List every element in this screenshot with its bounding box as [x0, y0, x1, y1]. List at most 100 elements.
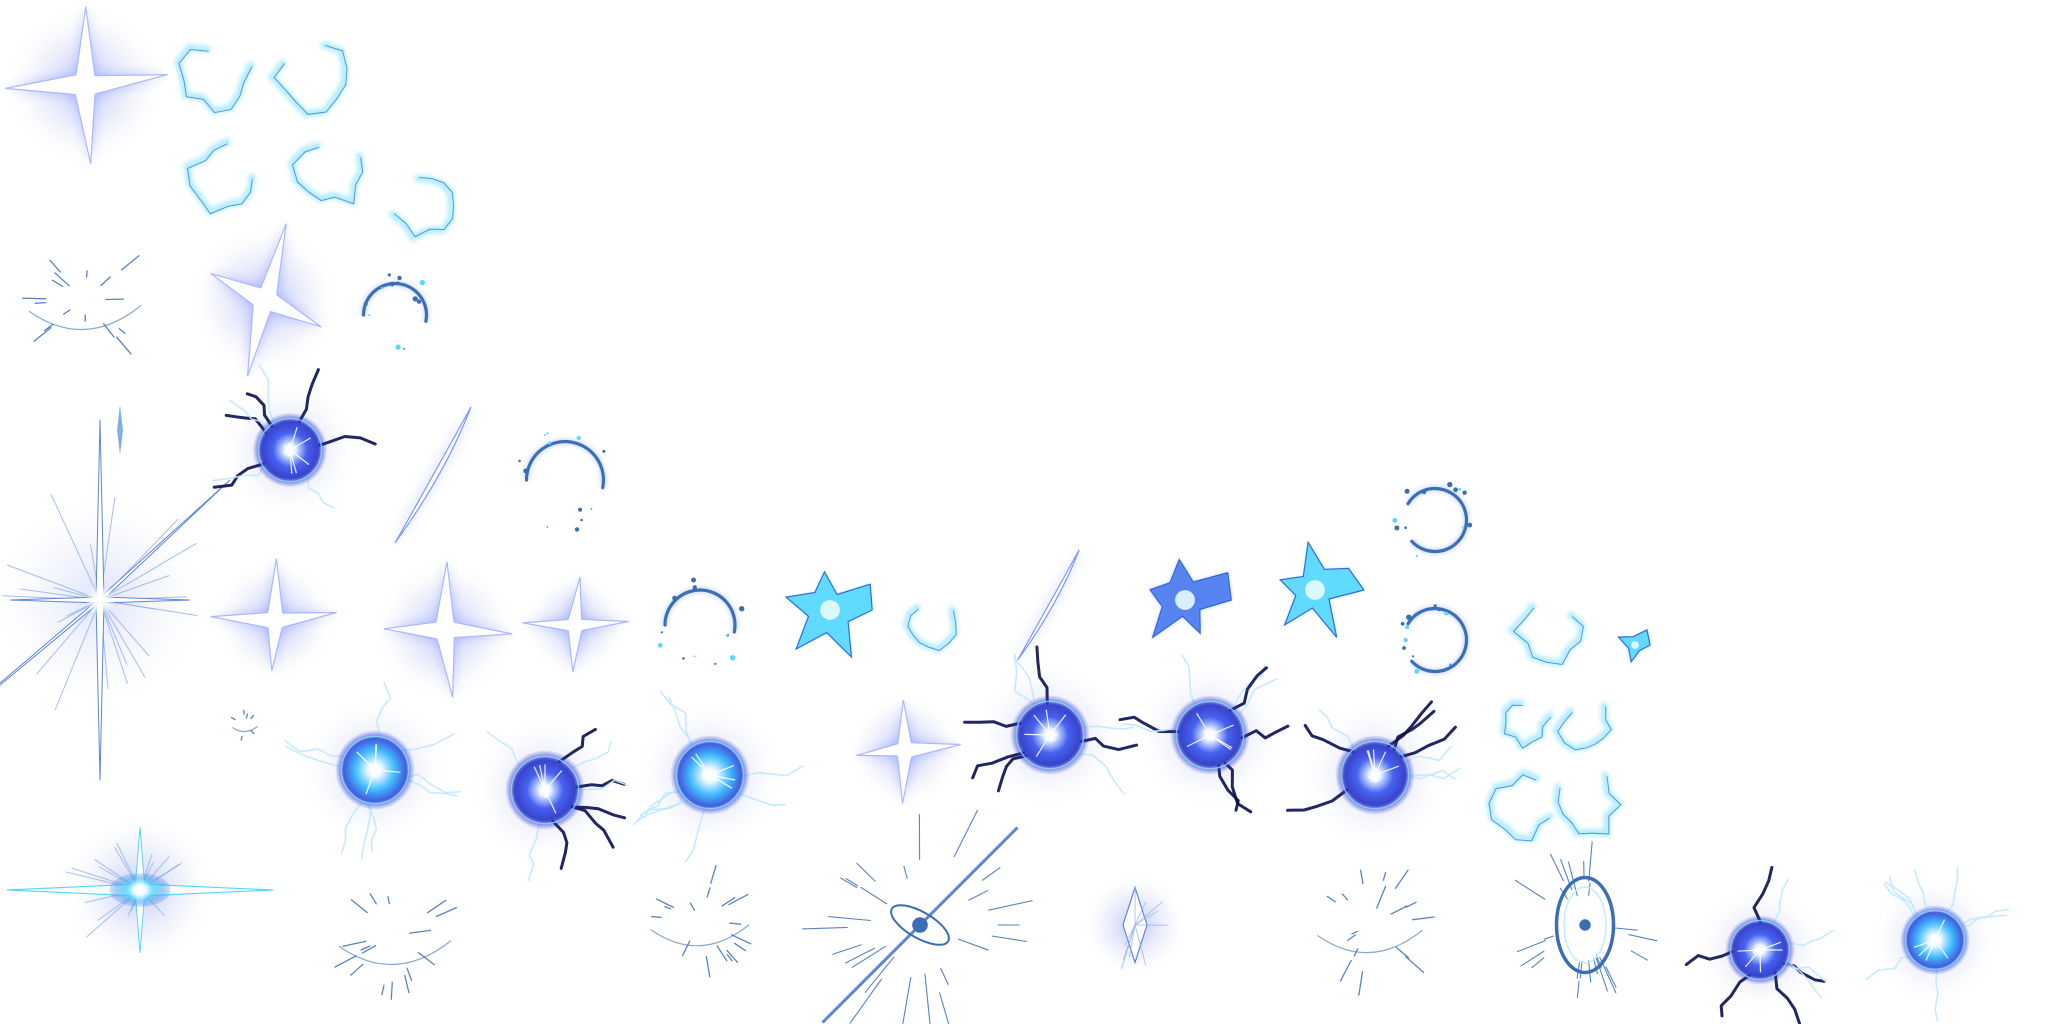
portal-ray [1615, 927, 1638, 931]
portal-ray [1520, 950, 1545, 967]
sprite-arc-fragment-8 [1499, 699, 1554, 752]
ring-spark [1400, 621, 1405, 626]
sprite-sheet-canvas [0, 0, 2048, 1024]
orb-core [1042, 727, 1058, 743]
portal-ray [1630, 950, 1649, 961]
sprite-ring-1 [360, 273, 430, 350]
debris-streak [651, 916, 662, 919]
debris-streak [34, 301, 47, 304]
star-center [894, 739, 916, 761]
debris-streak [334, 955, 357, 968]
flare-center [84, 584, 116, 616]
ring-spark [403, 347, 405, 350]
debris-arc [232, 725, 258, 733]
ring-spark [518, 459, 521, 463]
debris-streak [33, 326, 52, 342]
ring-spark [1467, 522, 1473, 528]
ring-spark [1437, 608, 1441, 612]
ring-spark [739, 606, 745, 612]
orb-core [702, 767, 718, 783]
portal-ray [988, 900, 1033, 911]
sprite-slash-2 [1014, 546, 1083, 664]
ring-spark [576, 435, 581, 441]
debris-streak [733, 942, 747, 952]
sprite-arc-fragment-3 [183, 138, 256, 216]
ring-spark [692, 585, 697, 590]
sprite-portal-streak-1 [802, 809, 1033, 1024]
ring-spark [1404, 526, 1407, 529]
sprite-ring-4 [1392, 481, 1473, 557]
ring-spark [395, 344, 401, 350]
ring-spark [574, 527, 580, 532]
portal-ray [924, 973, 931, 1024]
debris-streak [406, 967, 413, 981]
debris-streak [49, 259, 61, 273]
portal-ray [1579, 960, 1583, 979]
shard-core [1631, 641, 1639, 649]
debris-streak [1339, 959, 1352, 982]
sprite-energy-orb-6 [1118, 654, 1290, 814]
orb-core [1202, 727, 1218, 743]
sprite-energy-orb-9 [1865, 866, 2010, 1022]
debris-streak [716, 945, 728, 962]
ring-spark [730, 655, 736, 661]
sprite-star-burst-4 [373, 558, 517, 702]
sprite-energy-orb-7 [1286, 699, 1461, 851]
debris-streak [1405, 901, 1417, 908]
portal-ray [1549, 853, 1564, 882]
portal-ray [856, 862, 876, 882]
debris-streak [705, 955, 711, 978]
ring-spark [396, 281, 400, 284]
sprite-arc-fragment-1 [174, 43, 255, 115]
debris-streak [730, 934, 752, 945]
debris-streak [710, 864, 717, 884]
slash-core [394, 406, 472, 544]
portal-ray [939, 967, 949, 986]
orb-core [1928, 933, 1942, 947]
sprite-ring-5 [1400, 604, 1470, 675]
debris-streak [240, 735, 243, 741]
portal-ray [1516, 939, 1547, 953]
ring-spark [387, 273, 391, 277]
ring-spark [714, 662, 717, 665]
portal-ray [953, 809, 979, 858]
portal-ray [968, 889, 989, 901]
debris-streak [1395, 946, 1410, 959]
ring-spark [726, 633, 729, 636]
ring-spark [602, 449, 606, 453]
ring-spark [543, 434, 546, 436]
sprite-star-burst-1 [4, 4, 168, 166]
portal-ray [902, 977, 912, 1024]
ring-spark [1462, 490, 1467, 495]
sprite-lens-flare-1 [0, 419, 231, 781]
arc-core [390, 176, 454, 240]
debris-streak [1359, 869, 1364, 885]
debris-streak [390, 981, 393, 1000]
debris-streak [408, 929, 432, 934]
portal-ray [860, 886, 888, 905]
sprite-energy-orb-4 [632, 691, 804, 863]
sprite-arc-fragment-5 [388, 174, 456, 243]
sprite-energy-orb-2 [284, 681, 462, 860]
shard-core [1305, 580, 1325, 600]
sprite-arc-fragment-2 [267, 41, 349, 118]
ring-spark [381, 286, 384, 290]
arc-core [270, 43, 347, 116]
portal-ray [1628, 934, 1658, 942]
debris-streak [1405, 956, 1425, 974]
debris-streak [369, 893, 377, 905]
sprite-arc-fragment-11 [1552, 771, 1625, 837]
sprite-shard-2 [1149, 558, 1232, 639]
orb-core [1753, 943, 1767, 957]
debris-streak [21, 297, 47, 300]
debris-arc [650, 924, 750, 947]
sprite-debris-streaks-4 [1317, 869, 1435, 996]
debris-streak [1390, 905, 1408, 915]
sprite-arc-fragment-10 [1485, 768, 1554, 843]
ring-spark [1394, 525, 1400, 531]
portal-ray [828, 916, 871, 922]
portal-ray [1605, 966, 1617, 988]
shard-core [1175, 590, 1195, 610]
portal-ray [1588, 841, 1593, 882]
portal-ray [903, 865, 908, 879]
